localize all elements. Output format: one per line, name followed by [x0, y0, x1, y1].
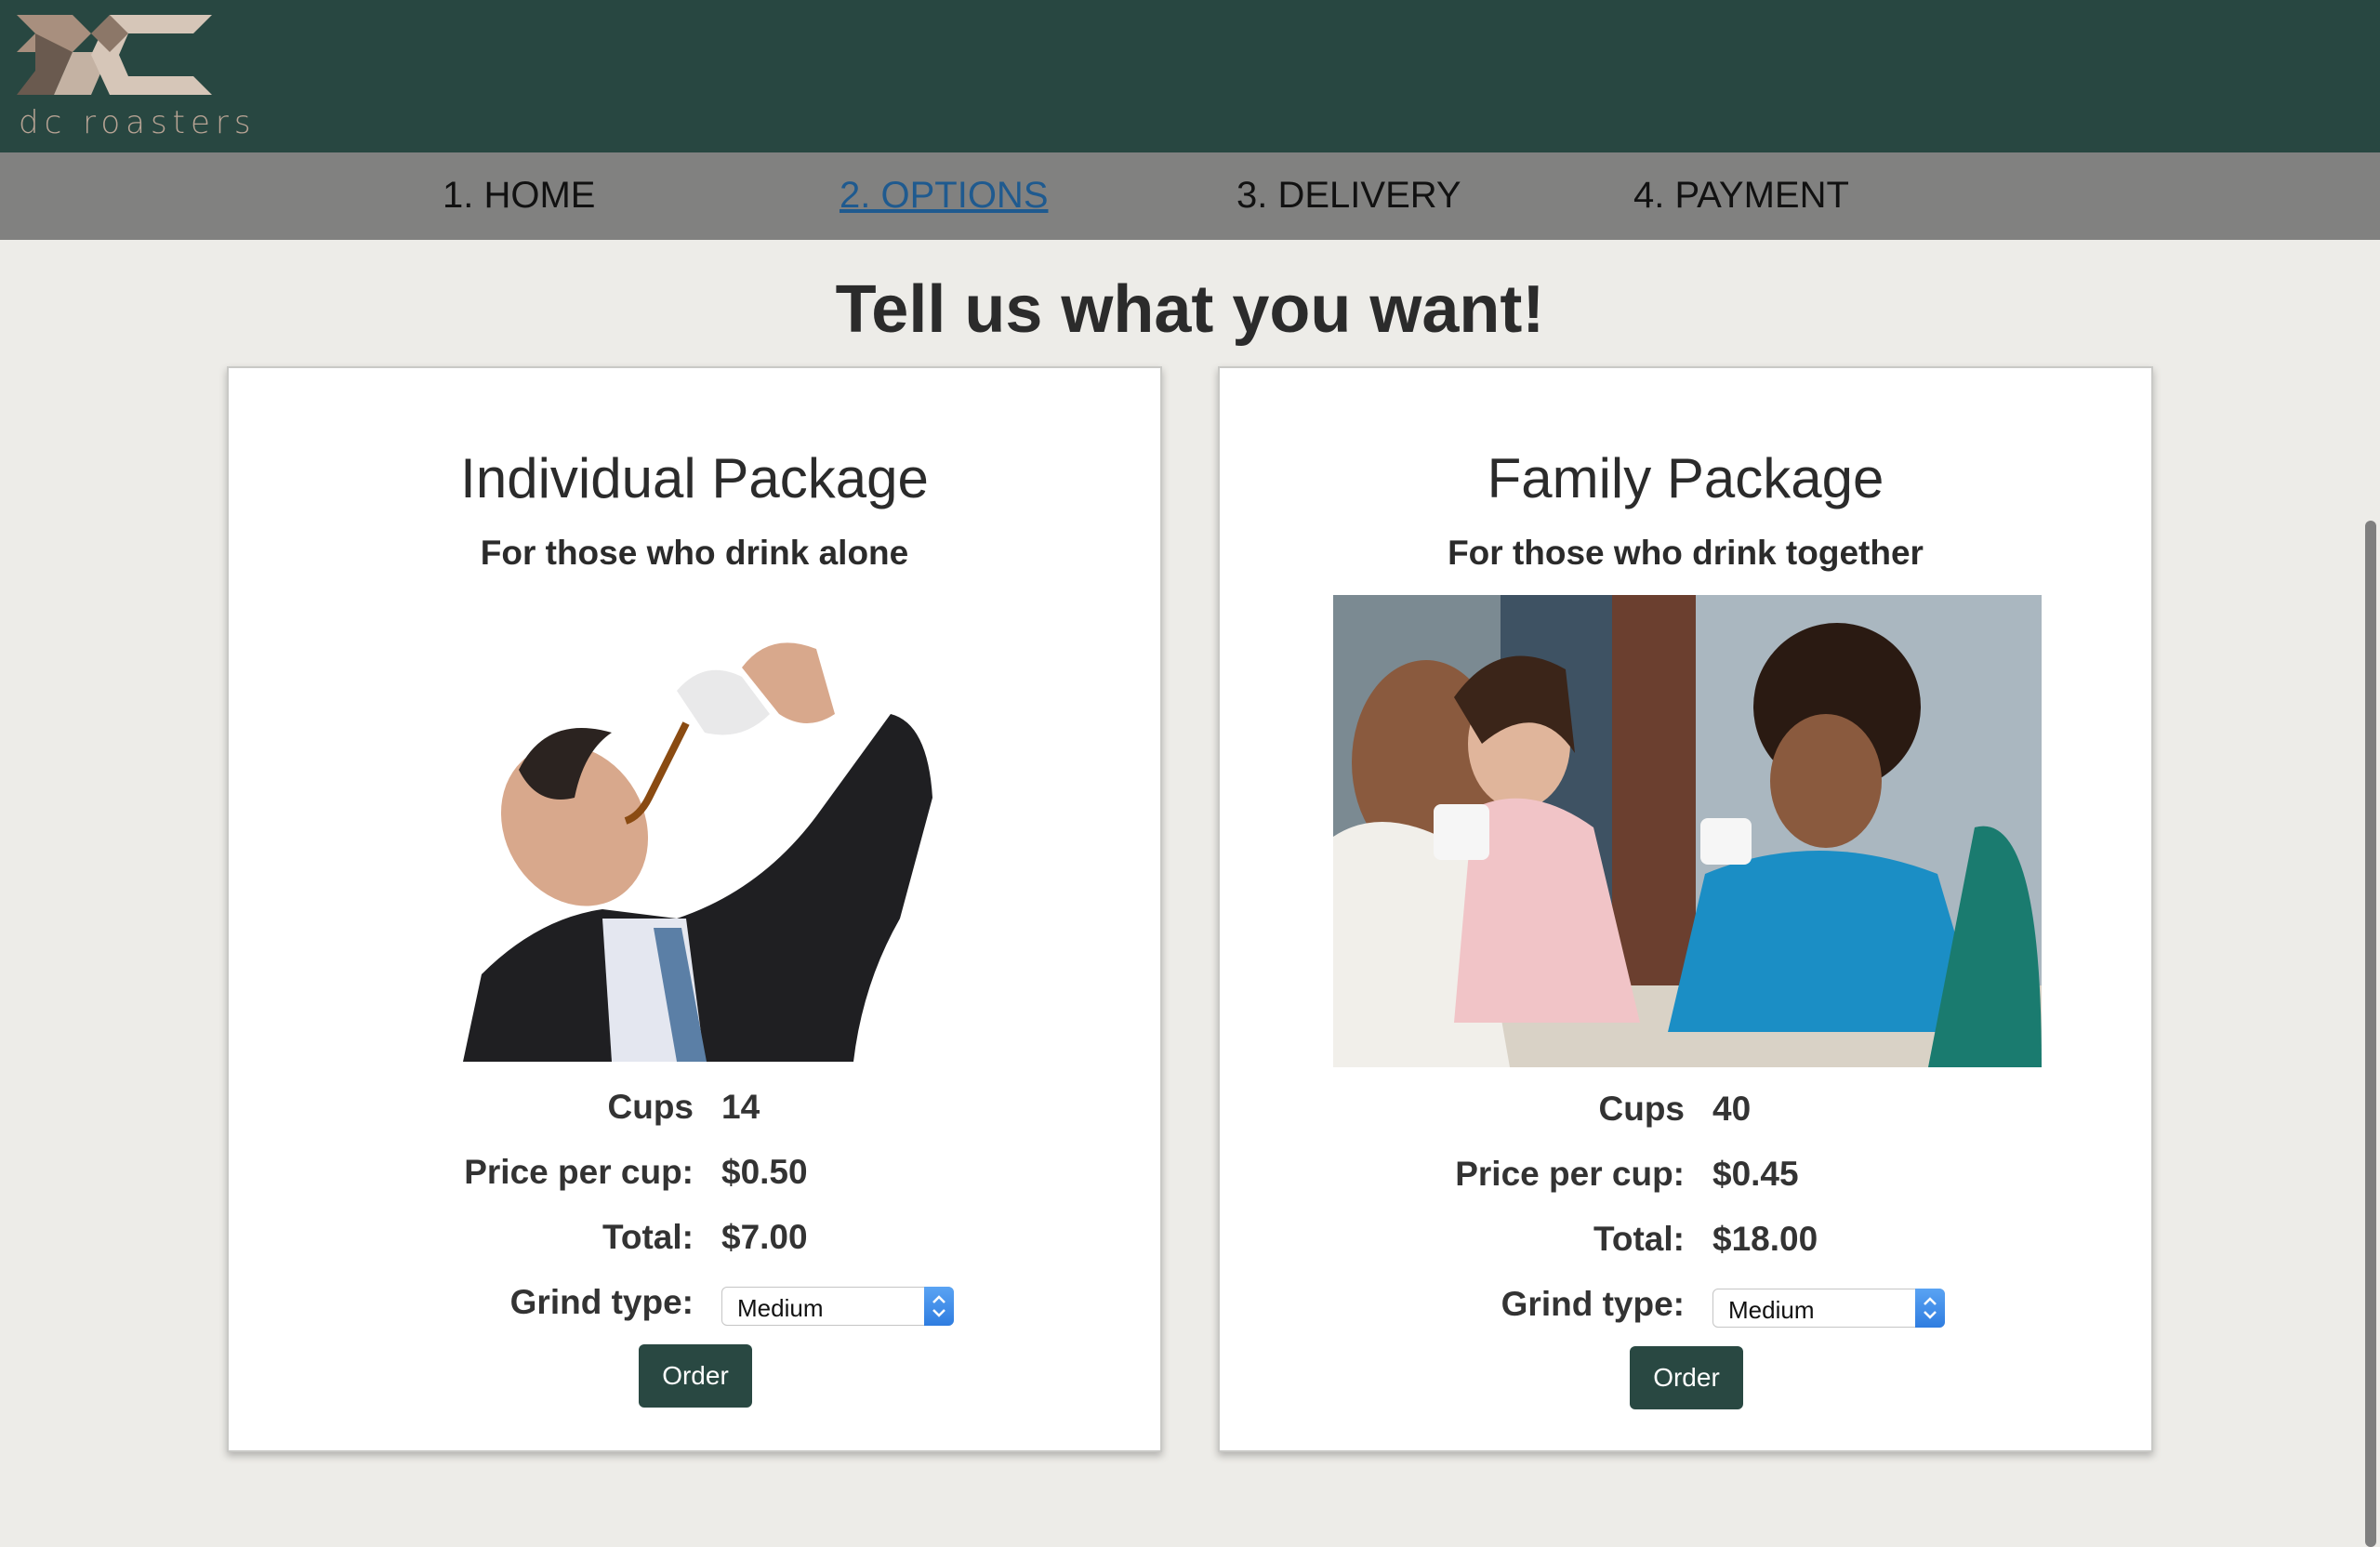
grind-label: Grind type: [1501, 1285, 1685, 1323]
order-button[interactable]: Order [639, 1344, 752, 1408]
grind-select-value: Medium [1728, 1296, 1815, 1324]
cups-label: Cups [1598, 1090, 1686, 1128]
price-label: Price per cup: [464, 1153, 694, 1191]
page-title: Tell us what you want! [835, 272, 1545, 347]
logo-text: dc roasters [19, 104, 257, 141]
package-card-individual: Individual Package For those who drink a… [227, 366, 1162, 1452]
total-label: Total: [1593, 1220, 1685, 1258]
step-navigation: 1. HOME 2. OPTIONS 3. DELIVERY 4. PAYMEN… [0, 152, 2380, 240]
dc-logo-icon [17, 15, 212, 95]
package-subtitle: For those who drink together [1448, 534, 1924, 572]
price-value: $0.50 [721, 1153, 808, 1191]
grind-label: Grind type: [509, 1283, 694, 1321]
nav-options[interactable]: 2. OPTIONS [840, 175, 1049, 217]
grind-select[interactable]: Medium [721, 1287, 954, 1326]
grind-select-value: Medium [737, 1294, 824, 1322]
order-button[interactable]: Order [1630, 1346, 1743, 1409]
friends-drinking-coffee-photo [1333, 595, 2042, 1067]
select-arrows-icon [924, 1287, 954, 1326]
logo[interactable]: dc roasters [17, 15, 251, 141]
package-subtitle: For those who drink alone [480, 534, 909, 572]
package-title: Family Package [1487, 447, 1884, 509]
cups-value: 40 [1712, 1090, 1752, 1128]
price-value: $0.45 [1712, 1155, 1799, 1193]
cups-value: 14 [721, 1088, 760, 1126]
man-pouring-coffee-into-mouth-photo [463, 612, 937, 1062]
total-label: Total: [602, 1218, 694, 1256]
total-value: $7.00 [721, 1218, 808, 1256]
total-value: $18.00 [1712, 1220, 1818, 1258]
site-header: dc roasters [0, 0, 2380, 152]
cups-label: Cups [607, 1088, 694, 1126]
nav-home[interactable]: 1. HOME [443, 175, 595, 217]
grind-select[interactable]: Medium [1712, 1289, 1945, 1328]
price-label: Price per cup: [1455, 1155, 1685, 1193]
scrollbar-thumb[interactable] [2365, 521, 2376, 1547]
select-arrows-icon [1915, 1289, 1945, 1328]
nav-delivery[interactable]: 3. DELIVERY [1236, 175, 1461, 217]
package-title: Individual Package [460, 447, 929, 509]
nav-payment[interactable]: 4. PAYMENT [1633, 175, 1849, 217]
package-card-family: Family Package For those who drink toget… [1218, 366, 2153, 1452]
